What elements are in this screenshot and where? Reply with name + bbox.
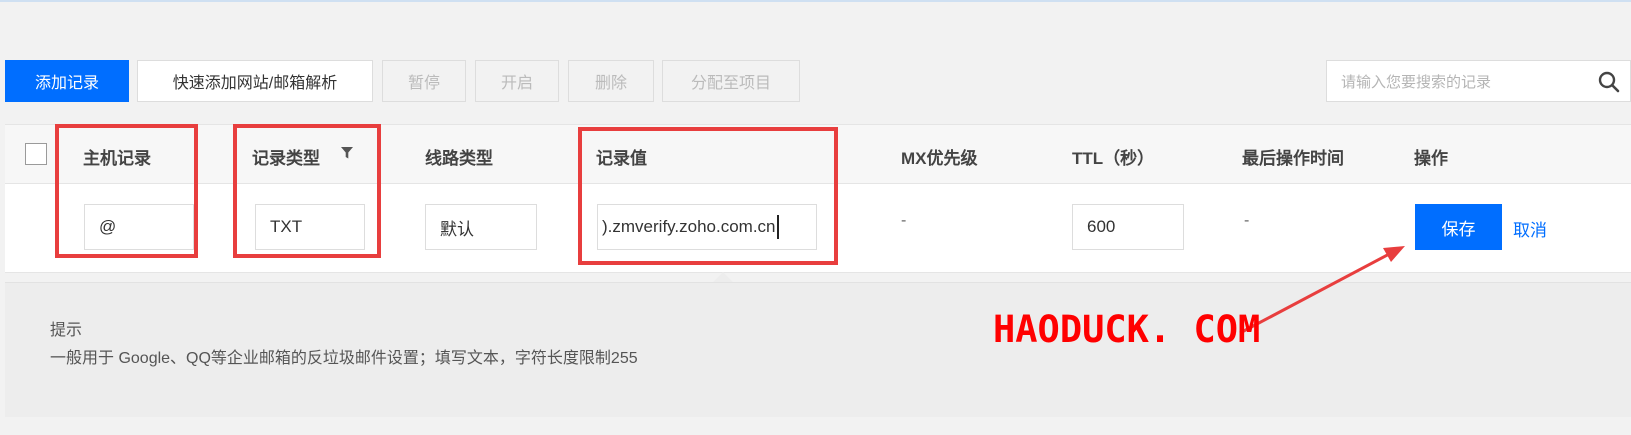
header-line: 线路类型 [425, 149, 493, 168]
line-select[interactable]: 默认 [425, 204, 537, 250]
header-mx: MX优先级 [901, 149, 978, 168]
header-ttl: TTL（秒） [1072, 149, 1155, 168]
tip-title: 提示 [50, 322, 83, 339]
mx-value: - [901, 212, 907, 229]
search-input[interactable] [1339, 70, 1563, 94]
assign-project-button[interactable]: 分配至项目 [662, 60, 800, 102]
tip-box: 提示 一般用于 Google、QQ等企业邮箱的反垃圾邮件设置；填写文本，字符长度… [5, 282, 1631, 417]
search-box [1326, 60, 1631, 102]
save-button[interactable]: 保存 [1415, 204, 1502, 250]
last-op-value: - [1244, 212, 1250, 229]
pause-button[interactable]: 暂停 [382, 60, 466, 102]
top-border [0, 0, 1631, 2]
add-record-button[interactable]: 添加记录 [5, 60, 129, 102]
header-actions: 操作 [1414, 149, 1448, 168]
cancel-link[interactable]: 取消 [1513, 216, 1547, 241]
quick-add-button[interactable]: 快速添加网站/邮箱解析 [137, 60, 373, 102]
delete-button[interactable]: 删除 [568, 60, 654, 102]
tip-text: 一般用于 Google、QQ等企业邮箱的反垃圾邮件设置；填写文本，字符长度限制2… [50, 350, 638, 367]
search-icon[interactable] [1598, 71, 1620, 93]
header-last-op: 最后操作时间 [1242, 149, 1344, 168]
watermark-text: HAODUCK. COM [993, 308, 1261, 351]
highlight-value [578, 127, 838, 265]
tip-pointer [713, 272, 733, 282]
enable-button[interactable]: 开启 [475, 60, 559, 102]
ttl-input[interactable]: 600 [1072, 204, 1184, 250]
select-all-checkbox[interactable] [25, 143, 47, 165]
highlight-type [233, 124, 381, 258]
highlight-host [55, 124, 198, 258]
